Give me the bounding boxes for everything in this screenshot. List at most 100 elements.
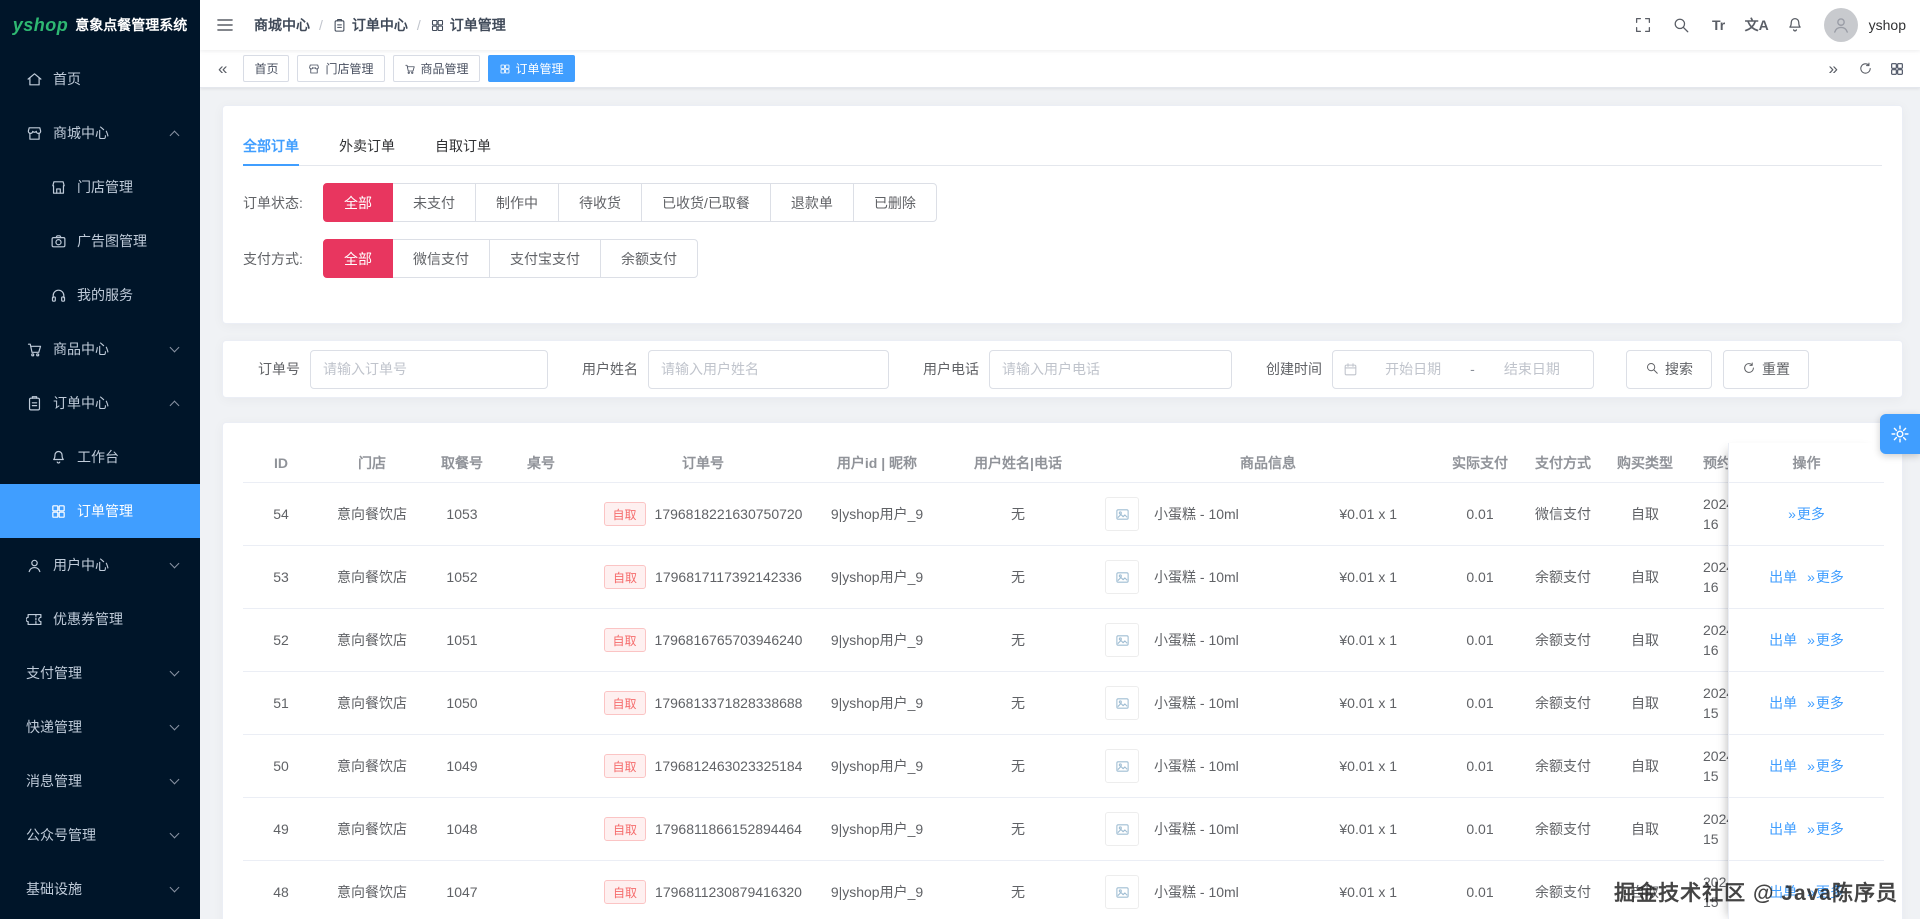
fullscreen-button[interactable] [1626, 8, 1660, 42]
view-tag-0[interactable]: 首页 [243, 55, 290, 82]
pay-type-label: 支付方式: [243, 250, 303, 267]
sidebar-item-2[interactable]: 门店管理 [0, 160, 200, 214]
order-status-option-1[interactable]: 未支付 [392, 183, 476, 222]
action-link-0[interactable]: » 更多 [1788, 504, 1825, 524]
tab-order-type-0[interactable]: 全部订单 [243, 126, 299, 166]
pay-type-option-1[interactable]: 微信支付 [392, 239, 490, 278]
notification-button[interactable] [1778, 8, 1812, 42]
avatar[interactable] [1823, 8, 1858, 42]
action-link-1[interactable]: » 更多 [1807, 819, 1844, 839]
sidebar-item-9[interactable]: 用户中心 [0, 538, 200, 592]
cell-pay-type: 余额支付 [1535, 821, 1591, 837]
view-tag-2[interactable]: 商品管理 [392, 55, 480, 82]
search-button[interactable] [1664, 8, 1698, 42]
created-time-label: 创建时间 [1266, 361, 1322, 377]
search-button[interactable]: 搜索 [1626, 349, 1712, 389]
grid-icon [500, 64, 509, 73]
sidebar-item-14[interactable]: 公众号管理 [0, 808, 200, 862]
sidebar-item-1[interactable]: 商城中心 [0, 106, 200, 160]
sidebar-item-15[interactable]: 基础设施 [0, 862, 200, 916]
sidebar-item-8[interactable]: 订单管理 [0, 484, 200, 538]
product-price-qty: ¥0.01 x 1 [1339, 632, 1397, 648]
column-header-label: ID [274, 454, 288, 471]
action-link-1[interactable]: » 更多 [1807, 630, 1844, 650]
pay-type-option-0[interactable]: 全部 [323, 239, 393, 278]
sidebar-item-label: 快递管理 [26, 719, 82, 735]
tab-order-type-1[interactable]: 外卖订单 [339, 126, 395, 165]
sidebar-item-12[interactable]: 快递管理 [0, 700, 200, 754]
product-thumbnail[interactable] [1105, 623, 1139, 657]
cell-pickup-no: 1048 [446, 821, 478, 837]
order-status-option-4[interactable]: 已收货/已取餐 [641, 183, 771, 222]
breadcrumb: 商城中心 / 订单中心 / 订单管理 [254, 15, 506, 35]
sidebar-item-5[interactable]: 商品中心 [0, 322, 200, 376]
filter-option-label: 微信支付 [413, 250, 469, 267]
font-size-button[interactable]: Tr [1702, 8, 1736, 42]
sidebar-item-6[interactable]: 订单中心 [0, 376, 200, 430]
order-status-option-2[interactable]: 制作中 [475, 183, 559, 222]
filter-option-label: 制作中 [496, 194, 538, 211]
double-arrow-icon: » [1807, 695, 1815, 711]
action-link-1[interactable]: » 更多 [1807, 693, 1844, 713]
breadcrumb-item-0[interactable]: 商城中心 [254, 15, 310, 35]
product-thumbnail[interactable] [1105, 875, 1139, 909]
order-status-option-6[interactable]: 已删除 [852, 183, 937, 222]
sidebar-item-0[interactable]: 首页 [0, 52, 200, 106]
settings-fab[interactable] [1880, 414, 1920, 454]
action-link-0[interactable]: 出单 [1769, 693, 1797, 713]
double-arrow-icon: » [1807, 632, 1815, 648]
sidebar-item-4[interactable]: 我的服务 [0, 268, 200, 322]
tab-order-type-2[interactable]: 自取订单 [435, 126, 491, 165]
picture-icon [1115, 508, 1129, 520]
sidebar-item-3[interactable]: 广告图管理 [0, 214, 200, 268]
view-tag-3[interactable]: 订单管理 [487, 55, 575, 82]
tags-scroll-left-icon[interactable]: « [210, 60, 235, 77]
fullscreen-icon [1635, 17, 1650, 33]
tags-scroll-right-icon[interactable]: » [1821, 60, 1846, 77]
product-thumbnail[interactable] [1105, 686, 1139, 720]
sidebar-item-label: 订单管理 [77, 503, 133, 519]
table-fixed-column: 操作 » 更多 出单» 更多 出单» 更多 出单» 更多 出单» 更多 出单» 更多 出单» 更多 [1728, 443, 1884, 919]
action-link-1[interactable]: » 更多 [1807, 567, 1844, 587]
product-name: 小蛋糕 - 10ml [1154, 884, 1239, 900]
cell-product: 小蛋糕 - 10ml ¥0.01 x 1 [1105, 623, 1431, 657]
action-link-0[interactable]: 出单 [1769, 819, 1797, 839]
action-link-0[interactable]: 出单 [1769, 567, 1797, 587]
order-status-option-0[interactable]: 全部 [323, 183, 393, 222]
cell-store: 意向餐饮店 [337, 632, 407, 648]
breadcrumb-item-1[interactable]: 订单中心 [332, 15, 408, 35]
reset-button[interactable]: 重置 [1723, 349, 1809, 389]
refresh-icon[interactable] [1852, 56, 1878, 82]
sidebar-item-10[interactable]: 优惠券管理 [0, 592, 200, 646]
action-link-1[interactable]: » 更多 [1807, 756, 1844, 776]
action-link-0[interactable]: 出单 [1769, 756, 1797, 776]
product-thumbnail[interactable] [1105, 560, 1139, 594]
product-thumbnail[interactable] [1105, 749, 1139, 783]
pickup-tag: 自取 [603, 691, 646, 715]
sidebar-item-11[interactable]: 支付管理 [0, 646, 200, 700]
order-status-option-5[interactable]: 退款单 [769, 183, 854, 222]
user-name-input[interactable] [648, 349, 889, 389]
product-price-qty: ¥0.01 x 1 [1339, 569, 1397, 585]
order-no-input[interactable] [310, 349, 548, 389]
end-date-placeholder: 结束日期 [1503, 361, 1560, 377]
sidebar-item-13[interactable]: 消息管理 [0, 754, 200, 808]
hamburger-icon[interactable] [208, 8, 242, 42]
product-thumbnail[interactable] [1105, 812, 1139, 846]
cell-pay-type: 余额支付 [1535, 569, 1591, 585]
product-name: 小蛋糕 - 10ml [1154, 695, 1239, 711]
action-link-0[interactable]: 出单 [1769, 630, 1797, 650]
view-tag-1[interactable]: 门店管理 [297, 55, 385, 82]
pay-type-option-2[interactable]: 支付宝支付 [489, 239, 601, 278]
product-thumbnail[interactable] [1105, 497, 1139, 531]
date-range-picker[interactable]: 开始日期 - 结束日期 [1332, 349, 1594, 389]
order-status-option-3[interactable]: 待收货 [558, 183, 642, 222]
app-logo[interactable]: yshop 意象点餐管理系统 [0, 0, 200, 50]
pay-type-option-3[interactable]: 余额支付 [600, 239, 698, 278]
user-icon [1833, 18, 1848, 33]
sidebar-item-7[interactable]: 工作台 [0, 430, 200, 484]
tags-menu-icon[interactable] [1884, 56, 1910, 82]
translate-button[interactable]: 文A [1740, 8, 1774, 42]
user-phone-input[interactable] [989, 349, 1232, 389]
ticket-icon [26, 613, 42, 625]
